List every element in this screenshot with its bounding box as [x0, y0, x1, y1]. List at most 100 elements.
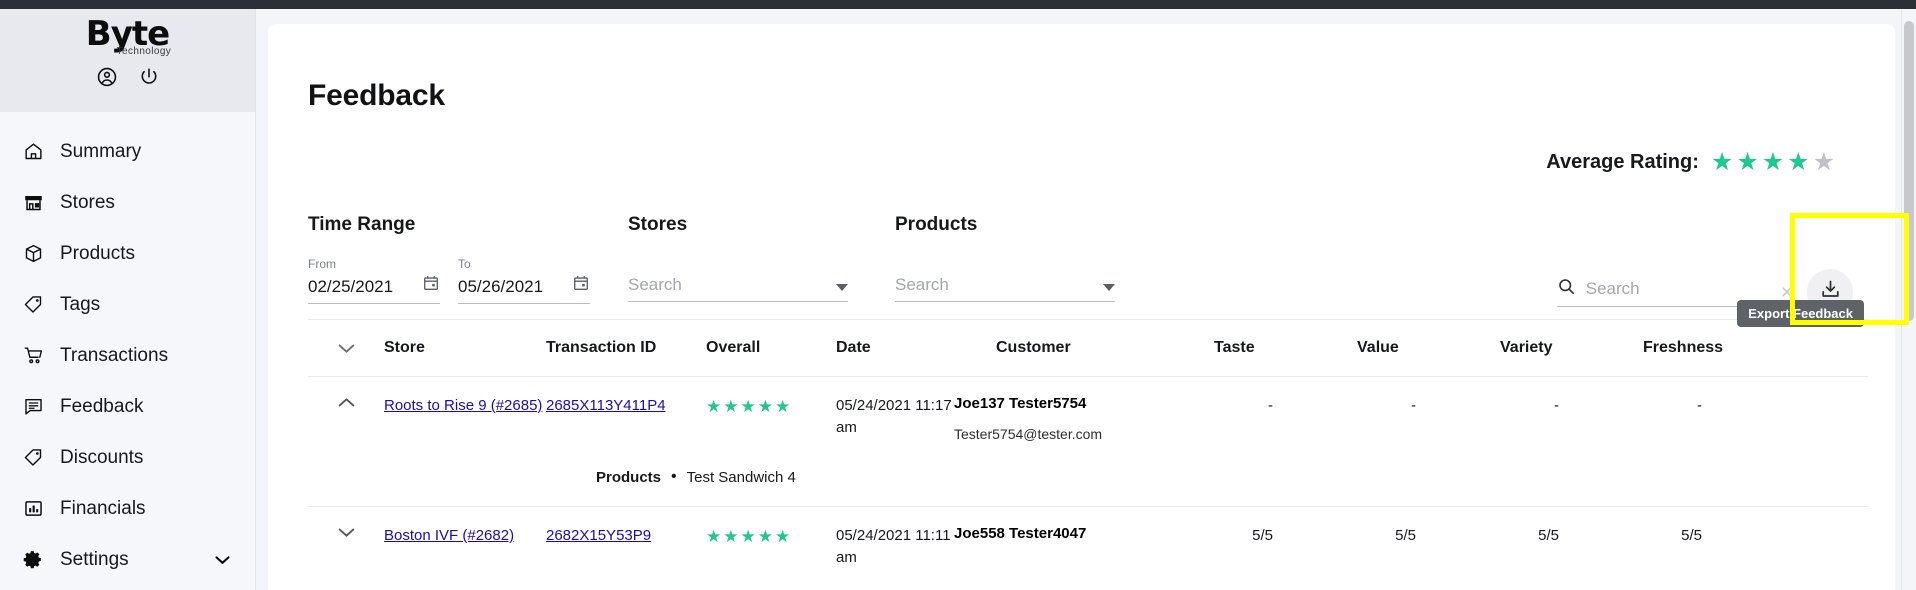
column-header-customer[interactable]: Customer	[996, 339, 1214, 357]
sidebar-item-settings[interactable]: Settings	[0, 534, 255, 585]
chevron-down-icon[interactable]	[1103, 284, 1115, 291]
tag-icon	[22, 447, 44, 469]
date-to-label: To	[458, 257, 471, 271]
star-icon: ★	[1787, 148, 1810, 176]
brand-subtitle: Technology	[116, 46, 172, 57]
stores-select-placeholder: Search	[628, 275, 682, 294]
page-title: Feedback	[308, 79, 445, 112]
expand-all-toggle[interactable]	[308, 343, 384, 354]
table-header-row: Store Transaction ID Overall Date Custom…	[308, 319, 1868, 377]
power-icon[interactable]	[138, 66, 160, 88]
store-icon	[22, 192, 44, 214]
row-variety: -	[1554, 397, 1559, 414]
search-placeholder: Search	[1585, 279, 1640, 298]
date-from-value[interactable]: 02/25/2021	[308, 277, 393, 297]
account-circle-icon[interactable]	[96, 66, 118, 88]
sidebar-item-label: Transactions	[60, 344, 169, 366]
row-date: 05/24/2021 11:17 am	[836, 397, 952, 436]
star-icon: ★	[1710, 148, 1734, 176]
average-rating-label: Average Rating:	[1546, 151, 1699, 173]
sidebar-header: Byte Technology	[0, 9, 255, 112]
page-scrollbar-thumb[interactable]	[1904, 21, 1914, 321]
customer-name: Joe558 Tester4047	[954, 525, 1087, 542]
sidebar-item-products[interactable]: Products	[0, 228, 255, 279]
sidebar-item-financials[interactable]: Financials	[0, 483, 255, 534]
sidebar-item-label: Products	[60, 242, 135, 264]
star-icon: ★	[740, 527, 756, 546]
column-header-taste[interactable]: Taste	[1214, 339, 1357, 357]
date-to-value[interactable]: 05/26/2021	[458, 277, 543, 297]
store-link[interactable]: Roots to Rise 9 (#2685)	[384, 397, 542, 414]
row-customer: Joe137 Tester5754 Tester5754@tester.com	[954, 395, 1172, 442]
column-header-date[interactable]: Date	[836, 339, 996, 357]
column-header-store[interactable]: Store	[384, 339, 546, 357]
calendar-icon[interactable]	[422, 274, 440, 297]
sidebar-item-transactions[interactable]: Transactions	[0, 330, 255, 381]
search-icon	[1557, 277, 1576, 301]
products-select[interactable]: Search	[895, 275, 1115, 302]
transaction-link[interactable]: 2682X15Y53P9	[546, 527, 651, 544]
bullet-icon: •	[671, 468, 677, 485]
sidebar-item-stores[interactable]: Stores	[0, 177, 255, 228]
page-scrollbar[interactable]	[1901, 9, 1916, 590]
row-transaction-id: 2682X15Y53P9	[546, 525, 706, 547]
chevron-down-icon[interactable]	[213, 555, 231, 565]
star-icon: ★	[757, 397, 773, 416]
row-customer: Joe558 Tester4047	[954, 525, 1172, 542]
row-collapse-toggle[interactable]	[308, 395, 384, 412]
average-rating: Average Rating: ★ ★ ★ ★ ★	[1546, 150, 1835, 175]
star-icon: ★	[740, 397, 756, 416]
customer-name: Joe137 Tester5754	[954, 395, 1087, 412]
table-row: Roots to Rise 9 (#2685) 2685X113Y411P4 ★…	[308, 377, 1868, 486]
sidebar-item-label: Financials	[60, 497, 146, 519]
row-overall-rating: ★ ★ ★ ★ ★	[706, 395, 836, 420]
row-transaction-id: 2685X113Y411P4	[546, 395, 706, 417]
sidebar-item-discounts[interactable]: Discounts	[0, 432, 255, 483]
table-row: Boston IVF (#2682) 2682X15Y53P9 ★ ★ ★ ★ …	[308, 506, 1868, 587]
sidebar-item-label: Tags	[60, 293, 101, 315]
products-filter-title: Products	[895, 214, 978, 235]
column-header-freshness[interactable]: Freshness	[1643, 339, 1786, 357]
row-taste: -	[1268, 397, 1273, 414]
chevron-down-icon[interactable]	[836, 284, 848, 291]
star-icon: ★	[775, 397, 791, 416]
star-icon: ★	[1761, 148, 1785, 176]
column-header-variety[interactable]: Variety	[1500, 339, 1643, 357]
box-icon	[22, 243, 44, 265]
star-icon: ★	[757, 527, 773, 546]
time-range-title: Time Range	[308, 214, 416, 235]
row-expand-toggle[interactable]	[308, 525, 384, 542]
row-value: -	[1411, 397, 1416, 414]
sidebar: Byte Technology Summary Stores Products …	[0, 9, 256, 590]
column-header-value[interactable]: Value	[1357, 339, 1500, 357]
row-taste: 5/5	[1252, 527, 1273, 544]
search-input[interactable]: Search	[1556, 277, 1767, 307]
store-link[interactable]: Boston IVF (#2682)	[384, 527, 514, 544]
column-header-transaction-id[interactable]: Transaction ID	[546, 339, 706, 357]
sidebar-header-icons	[96, 66, 160, 88]
average-rating-stars: ★ ★ ★ ★ ★	[1711, 150, 1835, 175]
date-from-field[interactable]: From 02/25/2021	[308, 257, 440, 304]
row-freshness: 5/5	[1681, 527, 1702, 544]
products-detail-value: Test Sandwich 4	[686, 468, 796, 486]
products-detail-label: Products	[596, 468, 662, 486]
comment-icon	[22, 396, 44, 418]
sidebar-item-summary[interactable]: Summary	[0, 126, 255, 177]
row-variety: 5/5	[1538, 527, 1559, 544]
feedback-table: Store Transaction ID Overall Date Custom…	[308, 319, 1868, 587]
products-filter: Products Search	[895, 214, 1115, 304]
transaction-link[interactable]: 2685X113Y411P4	[546, 397, 666, 414]
calendar-icon[interactable]	[572, 274, 590, 297]
star-icon: ★	[1736, 148, 1759, 176]
tag-icon	[22, 294, 44, 316]
sidebar-item-label: Settings	[60, 548, 129, 570]
date-to-field[interactable]: To 05/26/2021	[458, 257, 590, 304]
star-icon: ★	[706, 397, 722, 416]
row-date: 05/24/2021 11:11 am	[836, 527, 951, 566]
column-header-overall[interactable]: Overall	[706, 339, 836, 357]
stores-select[interactable]: Search	[628, 275, 848, 302]
star-icon: ★	[706, 527, 722, 546]
sidebar-item-tags[interactable]: Tags	[0, 279, 255, 330]
date-from-label: From	[308, 257, 336, 271]
sidebar-item-feedback[interactable]: Feedback	[0, 381, 255, 432]
